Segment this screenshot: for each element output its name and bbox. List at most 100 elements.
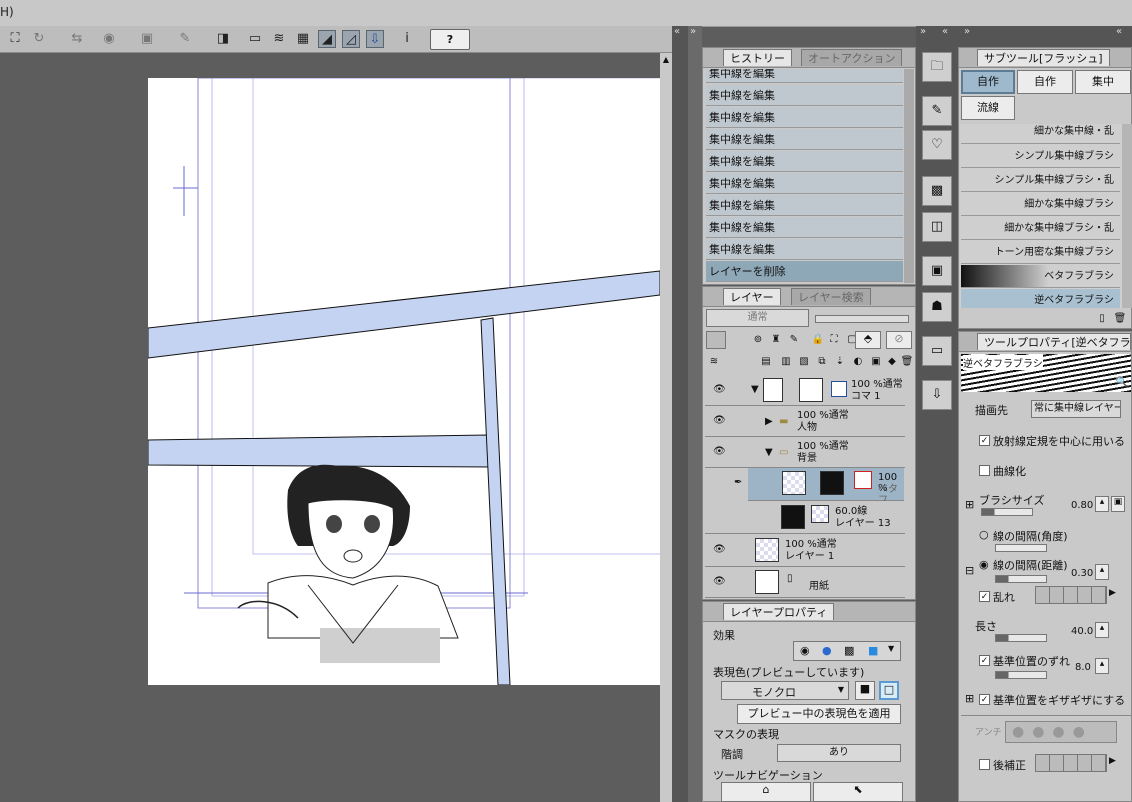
halftone-icon[interactable]: ▩ [844, 644, 854, 657]
ruler-snap-icon[interactable]: ◢ [318, 30, 336, 48]
eye-icon[interactable]: 👁 [713, 544, 726, 555]
mask-add-icon[interactable]: ◐ [851, 355, 865, 369]
brush-item[interactable]: ベタフラブラシ [961, 265, 1120, 288]
layer-row-koma[interactable]: 👁 ▼ 100 %通常 コマ 1 [705, 375, 905, 406]
layer-row-background[interactable]: 👁 ▼ ▭ 100 %通常 背景 [705, 437, 905, 468]
history-item[interactable]: 集中線を編集 [706, 129, 903, 150]
layer-row-person[interactable]: 👁 ▶ ▬ 100 %通常 人物 [705, 406, 905, 437]
history-item[interactable]: 集中線を編集 [706, 107, 903, 128]
draw-target-select[interactable]: 常に集中線レイヤー [1031, 400, 1121, 418]
brush-item[interactable]: シンプル集中線ブラシ [961, 145, 1120, 168]
material-brush-icon[interactable]: ✎ [922, 96, 952, 126]
duplicate-layer-icon[interactable]: ⧉ [815, 355, 829, 369]
correction-graph[interactable] [1035, 754, 1107, 772]
expand-size-icon[interactable]: ⊞ [965, 498, 974, 511]
eye-icon[interactable]: 👁 [713, 384, 726, 395]
size-preset-icon[interactable]: ▣ [1111, 496, 1125, 512]
fit-window-icon[interactable]: ⛶ [6, 30, 24, 48]
offset-checkbox[interactable]: ✓ [979, 655, 990, 666]
brush-item[interactable]: 細かな集中線ブラシ・乱 [961, 217, 1120, 240]
collapse-left-icon[interactable]: « [674, 26, 680, 37]
flip-icon[interactable]: ⇆ [68, 30, 86, 48]
subtool-button-1[interactable]: 自作 [961, 70, 1015, 94]
history-item-selected[interactable]: レイヤーを削除 [706, 261, 903, 282]
new-subtool-icon[interactable]: ▯ [1095, 312, 1109, 326]
tab-tool-property[interactable]: ツールプロパティ[逆ベタフラ [977, 333, 1131, 350]
brush-cursor-icon[interactable]: ✎ [176, 30, 194, 48]
history-item[interactable]: 集中線を編集 [706, 195, 903, 216]
collapse-icon[interactable]: ▶ [765, 416, 773, 427]
size-spin-icon[interactable]: ▴ [1095, 496, 1109, 512]
layer-stack-icon[interactable]: ≋ [270, 30, 288, 48]
material-download-icon[interactable]: ⇩ [922, 380, 952, 410]
brush-item[interactable]: シンプル集中線ブラシ・乱 [961, 169, 1120, 192]
layer-row-betafla[interactable]: 100 % ベタフ [748, 468, 904, 506]
angle-radio-icon[interactable]: ○ [979, 528, 989, 541]
expand-mid-icon[interactable]: « [942, 26, 948, 37]
material-3d-icon[interactable]: ▣ [922, 256, 952, 286]
layer-row-tone[interactable]: 60.0線 レイヤー 13 [705, 501, 905, 534]
tone-effect-icon[interactable]: ● [822, 644, 832, 657]
expand-icon[interactable]: ▼ [765, 447, 773, 458]
material-tool-icon[interactable]: 🗀 [922, 52, 952, 82]
subtool-button-3[interactable]: 集中 [1075, 70, 1131, 94]
history-item[interactable]: 集中線を編集 [706, 69, 903, 83]
random-expand-icon[interactable]: ▶ [1109, 588, 1116, 598]
nav-button-2[interactable]: ⬉ [813, 782, 903, 802]
special-ruler-icon[interactable]: ◿ [342, 30, 360, 48]
menu-item-help[interactable]: H) [0, 5, 14, 19]
offset-spin-icon[interactable]: ▴ [1095, 658, 1109, 674]
expression-color-select[interactable]: モノクロ ▼ [721, 681, 849, 700]
rotate-icon[interactable]: ↻ [30, 30, 48, 48]
correction-expand-icon[interactable]: ▶ [1109, 756, 1116, 766]
subtool-button-4[interactable]: 流線 [961, 96, 1015, 120]
length-slider[interactable] [995, 634, 1047, 642]
material-tone-icon[interactable]: ▩ [922, 176, 952, 206]
help-button[interactable]: ? [430, 29, 470, 50]
scroll-up-icon[interactable]: ▲ [661, 55, 671, 65]
collapse-mid-icon[interactable]: » [920, 26, 926, 37]
curve-checkbox[interactable] [979, 465, 990, 476]
length-spin-icon[interactable]: ▴ [1095, 622, 1109, 638]
history-item[interactable]: 集中線を編集 [706, 151, 903, 172]
zoom-icon[interactable]: ◉ [100, 30, 118, 48]
angle-slider[interactable] [995, 544, 1047, 552]
lock-alpha-icon[interactable]: ⛶ [827, 333, 841, 347]
tone-select[interactable]: あり [777, 744, 901, 762]
subtool-button-2[interactable]: 自作 [1017, 70, 1073, 94]
apply-color-button[interactable]: プレビュー中の表現色を適用 [737, 704, 901, 724]
draft-icon[interactable]: ✎ [787, 333, 801, 347]
brush-item[interactable]: 細かな集中線ブラシ [961, 193, 1120, 216]
material-pattern-icon[interactable]: ◫ [922, 212, 952, 242]
material-folder-icon[interactable]: ▭ [922, 336, 952, 366]
black-swatch[interactable]: ■ [855, 681, 875, 700]
tab-layer-search[interactable]: レイヤー検索 [791, 288, 871, 305]
antialias-selector[interactable]: ●●●● [1005, 721, 1117, 743]
layer-row-layer1[interactable]: 👁 100 %通常 レイヤー 1 [705, 534, 905, 567]
delete-subtool-icon[interactable]: 🗑 [1113, 312, 1127, 326]
tab-history[interactable]: ヒストリー [723, 49, 792, 66]
collapse-right-icon[interactable]: » [964, 26, 970, 37]
tab-subtool[interactable]: サブツール[フラッシュ] [977, 49, 1110, 66]
new-raster-icon[interactable]: ▤ [759, 355, 773, 369]
new-vector-icon[interactable]: ▥ [779, 355, 793, 369]
layer-row-paper[interactable]: 👁 ▯ 用紙 [705, 567, 905, 598]
pin-icon[interactable]: ⇩ [366, 30, 384, 48]
view-icon[interactable]: ▣ [138, 30, 156, 48]
canvas-scrollbar[interactable]: ▲ [660, 53, 672, 802]
apply-mask-icon[interactable]: ▣ [869, 355, 883, 369]
expand-icon[interactable]: ▼ [751, 384, 759, 395]
eye-icon[interactable]: 👁 [713, 576, 726, 587]
history-item[interactable]: 集中線を編集 [706, 173, 903, 194]
collapse-distance-icon[interactable]: ⊟ [965, 564, 974, 577]
eye-icon[interactable]: 👁 [713, 446, 726, 457]
correction-checkbox[interactable] [979, 759, 990, 770]
nav-button-1[interactable]: ⌂ [721, 782, 811, 802]
snap-icon[interactable]: ▭ [246, 30, 264, 48]
history-scrollbar[interactable] [904, 69, 914, 283]
brush-scrollbar[interactable] [1122, 124, 1132, 308]
border-effect-icon[interactable]: ◉ [800, 644, 810, 657]
history-item[interactable]: 集中線を編集 [706, 217, 903, 238]
grid-icon[interactable]: ▦ [294, 30, 312, 48]
radial-checkbox[interactable]: ✓ [979, 435, 990, 446]
